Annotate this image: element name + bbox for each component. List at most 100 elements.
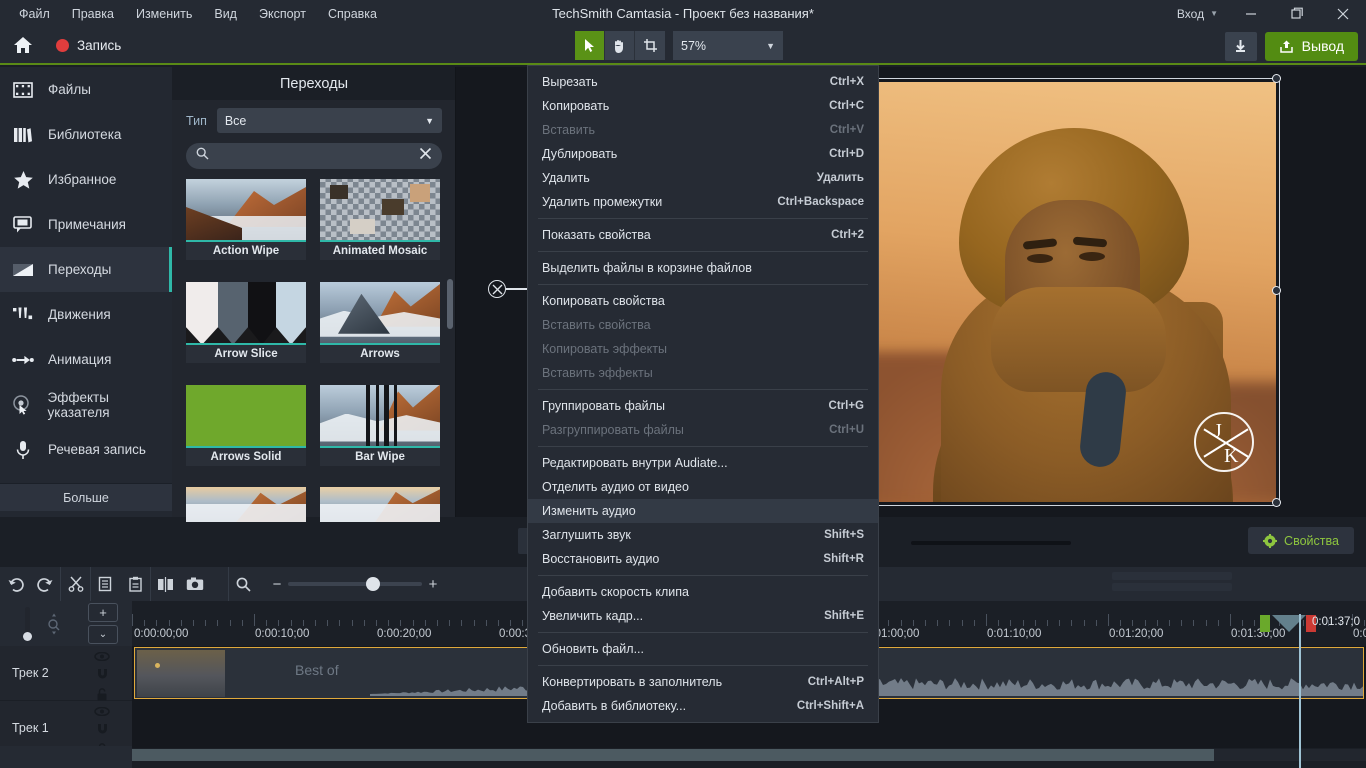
context-menu-item[interactable]: Добавить в библиотеку...Ctrl+Shift+A <box>528 694 878 718</box>
timeline-zoom-icon[interactable] <box>228 567 258 601</box>
download-button[interactable] <box>1225 32 1257 61</box>
context-menu-item[interactable]: Отделить аудио от видео <box>528 475 878 499</box>
resize-handle-tr[interactable] <box>1272 74 1281 83</box>
transitions-type-select[interactable]: Все ▼ <box>217 108 442 133</box>
context-menu-item[interactable]: Конвертировать в заполнительCtrl+Alt+P <box>528 670 878 694</box>
magnet-icon[interactable] <box>96 668 109 684</box>
paste-button[interactable] <box>120 567 150 601</box>
zoom-out-button[interactable]: − <box>266 576 288 593</box>
resize-handle-right[interactable] <box>1272 286 1281 295</box>
eye-icon[interactable] <box>94 652 110 664</box>
context-menu-item[interactable]: Редактировать внутри Audiate... <box>528 451 878 475</box>
menu-view[interactable]: Вид <box>203 2 248 26</box>
copy-button[interactable] <box>90 567 120 601</box>
snapshot-button[interactable] <box>180 567 210 601</box>
transition-card[interactable]: Arrows Solid <box>186 385 306 478</box>
transition-thumbnail <box>186 179 306 242</box>
zoom-level-select[interactable]: 57% ▼ <box>673 31 783 60</box>
menu-export[interactable]: Экспорт <box>248 2 317 26</box>
context-menu-item[interactable]: Копировать свойства <box>528 289 878 313</box>
timeline-hscrollbar-thumb[interactable] <box>132 749 1214 761</box>
split-button[interactable] <box>150 567 180 601</box>
sidebar-item-animations[interactable]: Анимация <box>0 337 172 382</box>
zoom-in-button[interactable]: + <box>422 576 444 593</box>
transition-card[interactable]: Arrows <box>320 282 440 375</box>
transition-card[interactable] <box>320 487 440 534</box>
close-button[interactable] <box>1320 0 1366 27</box>
signin-menu[interactable]: Вход ▼ <box>1167 7 1228 21</box>
sidebar-item-library[interactable]: Библиотека <box>0 112 172 157</box>
context-menu-item[interactable]: Обновить файл... <box>528 637 878 661</box>
context-menu-item[interactable]: Удалить промежуткиCtrl+Backspace <box>528 190 878 214</box>
context-menu-item[interactable]: Увеличить кадр...Shift+E <box>528 604 878 628</box>
transition-card[interactable] <box>186 487 306 534</box>
ruler-tick <box>315 620 316 626</box>
context-menu-item[interactable]: Изменить аудио <box>528 499 878 523</box>
undo-button[interactable] <box>0 567 30 601</box>
context-menu-item[interactable]: КопироватьCtrl+C <box>528 94 878 118</box>
redo-button[interactable] <box>30 567 60 601</box>
volume-slider[interactable] <box>911 541 1071 545</box>
track-header-2[interactable]: Трек 2 <box>0 646 132 701</box>
record-button[interactable]: Запись <box>46 27 131 63</box>
timeline-zoom-slider[interactable]: − + <box>266 567 444 601</box>
minimize-button[interactable] <box>1228 0 1274 27</box>
transition-thumbnail <box>320 282 440 345</box>
transition-card[interactable]: Action Wipe <box>186 179 306 272</box>
context-menu-item[interactable]: УдалитьУдалить <box>528 166 878 190</box>
add-track-button[interactable]: + <box>88 603 118 622</box>
sidebar-item-label: Файлы <box>48 82 91 97</box>
audio-level-slider[interactable] <box>24 607 31 641</box>
ruler-tick <box>522 620 523 626</box>
maximize-button[interactable] <box>1274 0 1320 27</box>
crop-tool-button[interactable] <box>635 31 665 60</box>
context-menu-item[interactable]: ВырезатьCtrl+X <box>528 70 878 94</box>
context-menu-item[interactable]: Выделить файлы в корзине файлов <box>528 256 878 280</box>
transition-card[interactable]: Bar Wipe <box>320 385 440 478</box>
menu-modify[interactable]: Изменить <box>125 2 203 26</box>
ruler-tick <box>266 620 267 626</box>
sidebar-item-annotations[interactable]: Примечания <box>0 202 172 247</box>
eye-icon[interactable] <box>94 707 110 719</box>
ruler-tick <box>352 620 353 626</box>
zoom-slider-knob[interactable] <box>366 577 380 591</box>
transition-card[interactable]: Arrow Slice <box>186 282 306 375</box>
transitions-search-box[interactable] <box>186 143 442 169</box>
context-menu-item[interactable]: Группировать файлыCtrl+G <box>528 394 878 418</box>
selection-start-marker[interactable] <box>1260 615 1270 632</box>
context-menu-item[interactable]: ДублироватьCtrl+D <box>528 142 878 166</box>
hand-tool-button[interactable] <box>605 31 635 60</box>
behaviors-icon <box>12 304 34 326</box>
home-icon[interactable] <box>4 27 42 63</box>
magnet-icon[interactable] <box>96 723 109 739</box>
sidebar-item-cursor-effects[interactable]: Эффекты указателя <box>0 382 172 427</box>
cut-button[interactable] <box>60 567 90 601</box>
sidebar-item-transitions[interactable]: Переходы <box>0 247 172 292</box>
context-menu-item[interactable]: Показать свойстваCtrl+2 <box>528 223 878 247</box>
transition-card[interactable]: Animated Mosaic <box>320 179 440 272</box>
properties-button[interactable]: Свойства <box>1248 527 1354 554</box>
context-menu-item[interactable]: Восстановить аудиоShift+R <box>528 547 878 571</box>
video-preview: J K <box>878 82 1276 502</box>
sidebar-item-files[interactable]: Файлы <box>0 67 172 112</box>
context-menu-item[interactable]: Добавить скорость клипа <box>528 580 878 604</box>
sidebar-item-behaviors[interactable]: Движения <box>0 292 172 337</box>
ruler-tick <box>1035 620 1036 626</box>
context-menu[interactable]: ВырезатьCtrl+XКопироватьCtrl+CВставитьCt… <box>527 65 879 723</box>
resize-handle-br[interactable] <box>1272 498 1281 507</box>
transitions-scrollbar[interactable] <box>447 279 453 329</box>
rotate-handle-icon[interactable] <box>488 280 506 298</box>
menu-edit[interactable]: Правка <box>61 2 125 26</box>
context-menu-item[interactable]: Заглушить звукShift+S <box>528 523 878 547</box>
menu-file[interactable]: Файл <box>8 2 61 26</box>
select-tool-button[interactable] <box>575 31 605 60</box>
menu-help[interactable]: Справка <box>317 2 388 26</box>
zoom-slider-track[interactable] <box>288 582 422 586</box>
sidebar-item-favorites[interactable]: Избранное <box>0 157 172 202</box>
context-menu-item-label: Заглушить звук <box>542 528 631 542</box>
export-button[interactable]: Вывод <box>1265 32 1358 61</box>
expand-tracks-button[interactable]: ⌄ <box>88 625 118 644</box>
sidebar-item-voice-narration[interactable]: Речевая запись <box>0 427 172 472</box>
clear-x-icon[interactable] <box>419 147 432 165</box>
sidebar-more-button[interactable]: Больше <box>0 483 172 511</box>
